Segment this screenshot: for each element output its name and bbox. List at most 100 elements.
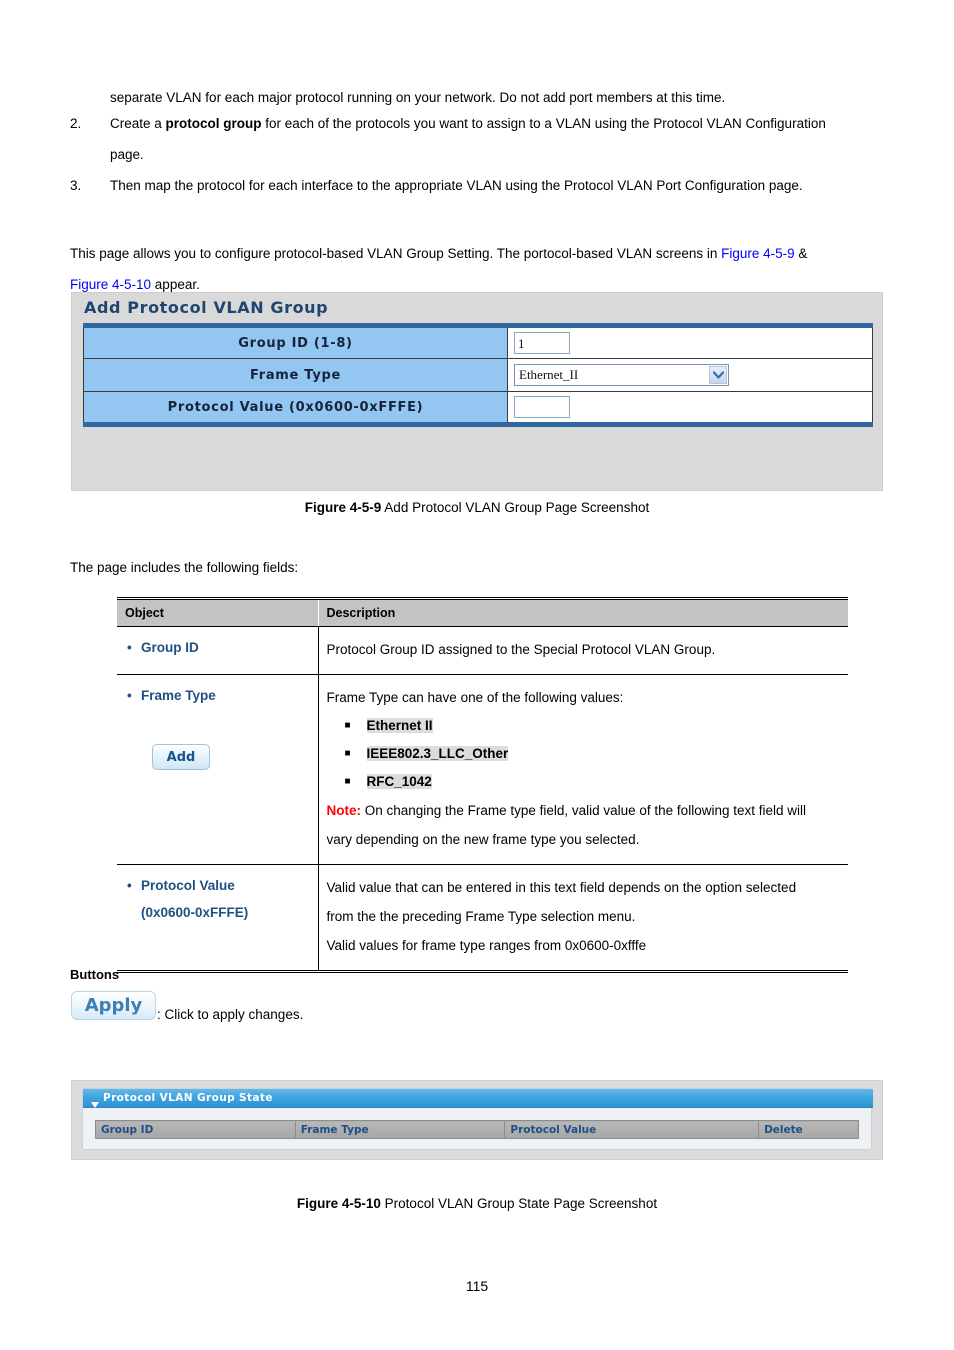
apply-button-description: : Click to apply changes. xyxy=(157,1007,304,1022)
table-header-row: Group ID Frame Type Protocol Value Delet… xyxy=(95,1120,859,1139)
numbered-steps: 2. Create a protocol group for each of t… xyxy=(70,108,882,201)
fields-intro-text: The page includes the following fields: xyxy=(70,560,299,575)
description-line: from the the preceding Frame Type select… xyxy=(326,909,636,924)
column-header-group-id: Group ID xyxy=(95,1120,296,1139)
object-label: Group ID xyxy=(141,640,199,655)
description-table: Object Description • Group ID Protocol Gr… xyxy=(117,597,848,973)
screenshot-protocol-vlan-group-state: Protocol VLAN Group State Group ID Frame… xyxy=(71,1080,883,1160)
bullet-item: ■ RFC_1042 xyxy=(327,768,841,796)
description-line: Valid values for frame type ranges from … xyxy=(326,938,647,953)
column-header-delete: Delete xyxy=(758,1120,859,1139)
figure-caption-1-text: Add Protocol VLAN Group Page Screenshot xyxy=(381,500,650,515)
paragraph-post: appear. xyxy=(151,277,200,292)
figure-caption-2: Figure 4-5-10 Protocol VLAN Group State … xyxy=(0,1196,954,1211)
table-row: • Group ID Protocol Group ID assigned to … xyxy=(117,626,848,675)
column-header-description: Description xyxy=(318,597,848,627)
step-continuation: page. xyxy=(110,147,144,162)
object-name: • Frame Type xyxy=(125,683,310,709)
paragraph-pre: This page allows you to configure protoc… xyxy=(70,246,722,261)
description-lead: Frame Type can have one of the following… xyxy=(326,690,624,705)
bullet-icon: • xyxy=(127,688,132,703)
description-cell: Protocol Group ID assigned to the Specia… xyxy=(318,626,848,675)
object-cell: • Group ID xyxy=(117,626,319,675)
object-name: • Protocol Value xyxy=(125,873,310,899)
bullet-label: RFC_1042 xyxy=(366,774,432,789)
bullet-icon: • xyxy=(127,878,132,893)
collapse-triangle-icon[interactable] xyxy=(91,1095,99,1113)
panel-title: Add Protocol VLAN Group xyxy=(84,298,329,317)
group-id-input[interactable]: 1 xyxy=(514,332,570,354)
column-header-protocol-value: Protocol Value xyxy=(504,1120,760,1139)
figure-link-1[interactable]: Figure 4-5-9 xyxy=(721,246,795,261)
description-line: Protocol Group ID assigned to the Specia… xyxy=(326,642,716,657)
bullet-item: ■ Ethernet II xyxy=(327,712,841,740)
object-name: • Group ID xyxy=(125,635,310,661)
note-continuation: vary depending on the new frame type you… xyxy=(326,832,640,847)
field-label-protocol-value: Protocol Value (0x0600-0xFFFE) xyxy=(83,391,508,425)
table-header-row: Object Description xyxy=(117,597,848,627)
state-table: Group ID Frame Type Protocol Value Delet… xyxy=(95,1120,859,1139)
description-table-wrapper: Object Description • Group ID Protocol Gr… xyxy=(117,597,848,973)
field-value-frame-type: Ethernet_II xyxy=(507,358,873,392)
buttons-section-heading: Buttons xyxy=(70,967,120,982)
field-label-frame-type: Frame Type xyxy=(83,358,508,392)
note-text: On changing the Frame type field, valid … xyxy=(361,803,806,818)
column-header-object: Object xyxy=(117,597,319,627)
field-value-group-id: 1 xyxy=(507,325,873,359)
screenshot-add-protocol-vlan-group: Add Protocol VLAN Group Group ID (1-8) 1… xyxy=(71,292,883,770)
step-body: Then map the protocol for each interface… xyxy=(110,178,803,193)
state-panel-header[interactable]: Protocol VLAN Group State xyxy=(83,1089,873,1108)
page-number: 115 xyxy=(465,1278,489,1294)
note-label: Note: xyxy=(326,803,362,818)
intro-paragraph: This page allows you to configure protoc… xyxy=(70,238,882,300)
step-text-pre: Create a xyxy=(110,116,166,131)
table-row: Group ID (1-8) 1 xyxy=(83,325,873,359)
field-label-group-id: Group ID (1-8) xyxy=(83,325,508,359)
object-cell: • Protocol Value (0x0600-0xFFFE) xyxy=(117,864,319,973)
object-sub-label: (0x0600-0xFFFE) xyxy=(141,905,249,920)
step-text-post: for each of the protocols you want to as… xyxy=(261,116,826,131)
figure-caption-1: Figure 4-5-9 Add Protocol VLAN Group Pag… xyxy=(0,500,954,515)
chevron-down-icon[interactable] xyxy=(709,366,727,384)
square-bullet-icon: ■ xyxy=(344,776,351,787)
frame-type-selected-value: Ethernet_II xyxy=(519,367,579,382)
step-number: 2. xyxy=(70,116,82,131)
description-cell: Frame Type can have one of the following… xyxy=(318,674,848,865)
field-value-protocol-value xyxy=(507,391,873,425)
table-row: Frame Type Ethernet_II xyxy=(83,358,873,392)
object-label: Protocol Value xyxy=(141,878,235,893)
table-row: Protocol Value (0x0600-0xFFFE) xyxy=(83,391,873,425)
state-panel-title: Protocol VLAN Group State xyxy=(103,1092,273,1104)
apply-button[interactable]: Apply xyxy=(71,991,156,1020)
description-line: Valid value that can be entered in this … xyxy=(326,880,797,895)
object-cell: • Frame Type xyxy=(117,674,319,865)
bullet-icon: • xyxy=(127,640,132,655)
protocol-value-input[interactable] xyxy=(514,396,570,418)
document-page: separate VLAN for each major protocol ru… xyxy=(0,0,954,1350)
figure-caption-2-text: Protocol VLAN Group State Page Screensho… xyxy=(380,1196,658,1211)
frame-type-select[interactable]: Ethernet_II xyxy=(514,364,729,386)
square-bullet-icon: ■ xyxy=(344,720,351,731)
figure-caption-2-label: Figure 4-5-10 xyxy=(296,1196,381,1211)
bullet-item: ■ IEEE802.3_LLC_Other xyxy=(327,740,841,768)
square-bullet-icon: ■ xyxy=(344,748,351,759)
lead-line: separate VLAN for each major protocol ru… xyxy=(110,90,726,105)
list-item: 3. Then map the protocol for each interf… xyxy=(70,170,882,201)
description-cell: Valid value that can be entered in this … xyxy=(318,864,848,973)
table-row: • Protocol Value (0x0600-0xFFFE) Valid va… xyxy=(117,864,848,973)
bullet-label: Ethernet II xyxy=(366,718,433,733)
step-number: 3. xyxy=(70,178,82,193)
step-strong: protocol group xyxy=(165,116,262,131)
object-label: Frame Type xyxy=(141,688,216,703)
table-row: • Frame Type Frame Type can have one of t… xyxy=(117,674,848,865)
paragraph-mid: & xyxy=(794,246,808,261)
list-item: 2. Create a protocol group for each of t… xyxy=(70,108,882,170)
figure-caption-1-label: Figure 4-5-9 xyxy=(304,500,382,515)
note-line: Note: On changing the Frame type field, … xyxy=(327,796,841,825)
config-form-table: Group ID (1-8) 1 Frame Type Ethernet_II xyxy=(83,323,873,427)
bullet-label: IEEE802.3_LLC_Other xyxy=(366,746,509,761)
figure-link-2[interactable]: Figure 4-5-10 xyxy=(70,277,151,292)
step-body: Create a protocol group for each of the … xyxy=(110,108,882,139)
state-panel: Protocol VLAN Group State Group ID Frame… xyxy=(82,1088,873,1150)
intro-block: separate VLAN for each major protocol ru… xyxy=(70,88,882,201)
